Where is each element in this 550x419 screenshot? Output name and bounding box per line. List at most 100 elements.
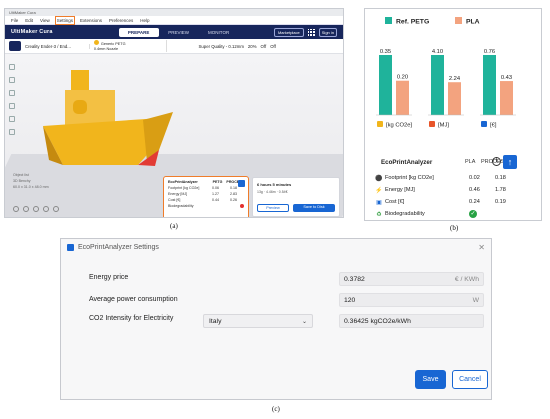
move-tool-icon[interactable] <box>9 64 15 70</box>
cancel-button[interactable]: Cancel <box>452 370 488 389</box>
co2-label: CO2 Intensity for Electricity <box>89 315 174 322</box>
benchy-model[interactable] <box>43 70 183 180</box>
cost-icon: ▣ <box>376 199 382 206</box>
mini-plugin-title: EcoPrintAnalyzer <box>168 180 198 184</box>
info-icon[interactable]: i <box>492 157 501 166</box>
menu-help[interactable]: Help <box>140 18 149 23</box>
support-blocker-icon[interactable] <box>9 129 15 135</box>
row-energy: ⚡ Energy [MJ] 0.46 1.78 <box>373 185 523 195</box>
quality-selector[interactable]: Super Quality - 0.12mm <box>199 44 244 49</box>
view-front-icon[interactable] <box>23 206 29 212</box>
row-label: Energy [MJ] <box>385 187 415 193</box>
marketplace-button[interactable]: Marketplace <box>273 27 304 37</box>
per-model-settings-icon[interactable] <box>9 116 15 122</box>
caption-b: (b) <box>450 224 459 232</box>
process-value: 1.78 <box>495 187 506 193</box>
material-selector[interactable]: Generic PETG 0.4mm Nozzle <box>93 40 167 52</box>
bar <box>379 55 392 115</box>
legend-swatch <box>455 17 462 24</box>
infill-value[interactable]: 20% <box>248 44 257 49</box>
footprint-icon: ⚫ <box>375 175 383 182</box>
power-field[interactable]: 120 W <box>339 293 484 307</box>
mini-value: 0.06 <box>212 186 219 190</box>
bar <box>448 82 461 115</box>
printer-selector[interactable]: Creality Ender-3 / End... <box>25 43 90 49</box>
view-3d-icon[interactable] <box>13 206 19 212</box>
mini-row-energy: Energy [MJ] <box>168 192 188 196</box>
energy-price-field[interactable]: 0.3782 € / KWh <box>339 272 484 286</box>
save-button[interactable]: Save <box>415 370 446 389</box>
dialog-title: EcoPrintAnalyzer Settings <box>78 243 159 251</box>
country-select[interactable]: Italy ⌄ <box>203 314 313 328</box>
caption-a: (a) <box>170 222 178 230</box>
bar-value-label: 0.76 <box>484 49 495 55</box>
lightning-icon: ⚡ <box>375 187 383 194</box>
tab-prepare[interactable]: PREPARE <box>118 27 159 37</box>
chevron-down-icon: ⌄ <box>301 318 307 325</box>
row-label: Cost [€] <box>385 199 405 205</box>
adhesion-value[interactable]: Off <box>270 44 276 49</box>
view-left-icon[interactable] <box>43 206 49 212</box>
category-label: [kg CO2e] <box>386 123 412 129</box>
bar-value-label: 2.24 <box>449 76 461 82</box>
mini-row-biodegradability: Biodegradability <box>168 204 194 208</box>
view-orientation-strip <box>13 206 59 212</box>
bar <box>396 80 409 115</box>
window-title: UltiMaker Cura <box>9 10 36 15</box>
stage-tabs: PREPARE PREVIEW MONITOR <box>118 27 239 37</box>
sign-in-button[interactable]: Sign in <box>318 27 337 37</box>
col-material: PLA <box>465 159 476 165</box>
power-unit: W <box>472 296 479 304</box>
print-material-usage: 13g · 4.46m · 0.54€ <box>257 190 288 194</box>
co2-intensity-field: 0.36425 kgCO2e/kWh <box>339 314 484 328</box>
scale-tool-icon[interactable] <box>9 77 15 83</box>
mini-value: 0.44 <box>212 198 219 202</box>
cura-logo: UltiMaker Cura <box>11 29 53 35</box>
bar-value-label: 4.10 <box>432 49 443 55</box>
menu-preferences[interactable]: Preferences <box>109 18 133 23</box>
preview-button[interactable]: Preview <box>257 204 289 212</box>
row-footprint: ⚫ Footprint [kg CO2e] 0.02 0.18 <box>373 173 523 183</box>
rotate-tool-icon[interactable] <box>9 90 15 96</box>
menu-edit[interactable]: Edit <box>25 18 33 23</box>
open-file-icon[interactable] <box>9 41 21 51</box>
caption-c: (c) <box>272 405 280 413</box>
view-right-icon[interactable] <box>53 206 59 212</box>
legend-label: Ref. PETG <box>396 19 429 26</box>
support-value[interactable]: Off <box>261 44 267 49</box>
impact-bar-chart: Ref. PETG PLA 0.35 0.20 [kg CO2e] 4.10 2.24 [MJ… <box>376 17 516 129</box>
menu-file[interactable]: File <box>11 18 18 23</box>
tab-monitor[interactable]: MONITOR <box>199 28 239 37</box>
mini-value: 1.27 <box>212 192 219 196</box>
ecoprint-mini-panel: EcoPrintAnalyzer PETG PROCESS Footprint … <box>163 176 249 217</box>
object-dimensions: 60.0 x 31.0 x 48.0 mm <box>13 185 49 189</box>
bar-value-label: 0.20 <box>397 75 408 81</box>
row-cost: ▣ Cost [€] 0.24 0.19 <box>373 197 523 207</box>
view-top-icon[interactable] <box>33 206 39 212</box>
print-action-panel: 6 hours 5 minutes 13g · 4.46m · 0.54€ Pr… <box>252 177 340 217</box>
apps-grid-icon[interactable] <box>307 28 315 36</box>
category-label: [€] <box>490 123 497 129</box>
menu-settings[interactable]: Settings <box>54 15 76 25</box>
energy-price-label: Energy price <box>89 274 129 281</box>
power-value: 120 <box>344 296 356 304</box>
material-value: 0.46 <box>469 187 480 193</box>
mirror-tool-icon[interactable] <box>9 103 15 109</box>
save-to-disk-button[interactable]: Save to Disk <box>293 204 335 212</box>
plugin-title: EcoPrintAnalyzer <box>381 159 433 166</box>
collapse-arrow-button[interactable]: ↑ <box>503 155 517 169</box>
bar <box>483 55 496 115</box>
material-value: 0.24 <box>469 199 480 205</box>
mini-value: 2.83 <box>230 192 237 196</box>
close-icon[interactable]: ✕ <box>478 243 485 252</box>
bar <box>431 55 444 115</box>
menu-extensions[interactable]: Extensions <box>80 18 102 23</box>
tab-preview[interactable]: PREVIEW <box>159 28 199 37</box>
mini-value: 0.26 <box>230 198 237 202</box>
settings-dialog: EcoPrintAnalyzer Settings ✕ Energy price… <box>60 238 492 400</box>
recycle-icon: ♻ <box>376 211 382 218</box>
material-name: Generic PETG <box>100 42 126 46</box>
mini-col-material: PETG <box>212 180 223 184</box>
mini-collapse-button[interactable] <box>238 180 245 187</box>
menu-view[interactable]: View <box>40 18 50 23</box>
